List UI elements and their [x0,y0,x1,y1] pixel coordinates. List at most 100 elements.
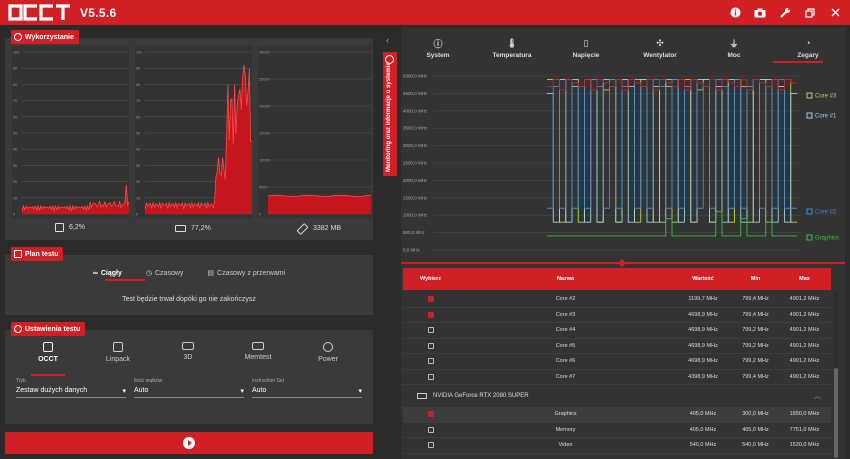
gpu-graph-tick-label: 60 [136,115,140,119]
row-checkbox-cell [403,296,458,303]
col-min: Min [750,276,761,282]
table-row[interactable]: Memory 405,0 MHz 405,0 MHz 7751,0 MHz [403,423,831,438]
camera-icon[interactable] [753,6,767,20]
cpu-icon [43,342,53,352]
row-max: 1530,0 MHz [789,442,820,449]
row-checkbox[interactable] [427,342,434,349]
row-value: 1199,7 MHz [688,296,718,303]
instruction-set-select[interactable]: Instruction Set Auto ▾ [252,376,362,398]
row-checkbox[interactable] [427,442,434,449]
mode-select[interactable]: Tryb Zestaw dużych danych ▾ [16,376,126,398]
clock-tick-label: 1500,0 MHz [403,195,428,200]
row-value: 4698,9 MHz [688,358,718,365]
clock-series-line [547,79,797,209]
clock-tick-label: 4500,0 MHz [403,91,428,96]
chevron-up-icon[interactable]: ︿ [814,391,821,401]
sensor-table-header: Wybierz Nazwa Wartość Min Max [403,268,831,290]
table-row[interactable]: Core #4 4698,9 MHz 799,2 MHz 4901,2 MHz [403,323,831,339]
row-max: 4901,2 MHz [789,342,820,349]
row-name: Graphics [554,411,577,418]
tab-fan[interactable]: ✣ Wentylator [623,38,697,60]
table-row[interactable]: Core #7 4398,9 MHz 799,4 MHz 4901,2 MHz [403,370,831,385]
cpu-graph-tick-label: 90 [13,67,17,71]
clock-tick-label: 3000,0 MHz [403,143,428,148]
test-3d[interactable]: 3D [153,342,223,363]
table-row[interactable]: Core #6 4698,9 MHz 799,2 MHz 4901,2 MHz [403,354,831,370]
mode-continuous[interactable]: ∞ Ciągły [93,269,122,277]
monitoring-side-tab[interactable]: Monitoring oraz informacje o systemie [383,52,397,176]
threads-select-text: Auto [134,387,149,394]
test-types: OCCT Linpack 3D Memtest Power [5,342,373,363]
gpu-group-header[interactable]: NVIDIA GeForce RTX 2080 SUPER ︿ [403,385,831,407]
monitoring-tabs: ⓘ System 🌡︎ Temperatura ▯ Napięcie ✣ Wen… [401,37,845,60]
cpu-usage-value: 6,2% [69,224,85,231]
memory-graph-area [268,195,371,214]
table-row[interactable]: Core #5 4698,9 MHz 799,2 MHz 4901,2 MHz [403,339,831,354]
tab-power[interactable]: ⏚ Moc [697,38,771,60]
table-row[interactable]: Core #3 4698,9 MHz 799,4 MHz 4901,2 MHz [403,308,831,323]
cpu-graph-tick-label: 70 [13,99,17,103]
row-checkbox[interactable] [427,296,434,303]
clock-tick-label: 5000,0 MHz [403,74,428,79]
splitter-handle[interactable] [617,258,627,268]
panel-splitter[interactable] [401,258,845,268]
clock-tick-label: 2500,0 MHz [403,161,428,166]
scrollbar-thumb[interactable] [834,368,838,458]
tab-temperature[interactable]: 🌡︎ Temperatura [475,38,549,60]
row-checkbox[interactable] [427,411,434,418]
table-row[interactable]: Core #2 1199,7 MHz 799,4 MHz 4901,2 MHz [403,292,831,308]
clock-tick-label: 4000,0 MHz [403,108,428,113]
threads-select[interactable]: Ilość wątków Auto ▾ [134,376,244,398]
row-checkbox[interactable] [427,426,434,433]
row-value: 405,0 MHz [689,426,717,433]
battery-icon: ▯ [583,37,589,48]
row-max: 4901,2 MHz [789,296,820,303]
row-checkbox[interactable] [427,327,434,334]
test-memtest-label: Memtest [244,354,272,361]
row-checkbox[interactable] [427,311,434,318]
settings-icon [14,325,22,333]
start-test-button[interactable] [5,432,373,454]
close-icon[interactable] [828,6,842,20]
cpu-graph-tick-label: 30 [13,164,17,168]
table-scrollbar[interactable] [834,292,838,459]
row-max: 7751,0 MHz [789,426,820,433]
tab-clocks[interactable]: ◔ Zegary [771,38,845,59]
mode-timed[interactable]: ◷ Czasowy [145,269,184,278]
test-linpack[interactable]: Linpack [83,342,153,363]
mode-timed-with-breaks[interactable]: ▤ Czasowy z przerwami [207,269,286,278]
gpu-graph-tick-label: 30 [136,164,140,168]
legend-swatch [806,234,813,241]
row-checkbox[interactable] [427,358,434,365]
plan-title: Plan testu [25,250,59,258]
test-occt-label: OCCT [38,356,58,363]
row-checkbox-cell [403,411,458,418]
row-name: Core #2 [555,296,576,303]
test-memtest[interactable]: Memtest [223,342,293,363]
tab-voltage[interactable]: ▯ Napięcie [549,37,623,60]
info-icon[interactable] [728,6,742,20]
row-value: 4698,9 MHz [688,327,718,334]
settings-title: Ustawienia testu [25,325,81,333]
app-version: V5.5.6 [80,5,117,20]
row-max: 4901,2 MHz [789,327,820,334]
row-value: 4698,9 MHz [688,311,718,318]
mode-timed-breaks-label: Czasowy z przerwami [217,269,286,277]
row-checkbox-cell [403,342,458,349]
memory-usage-graph: 30000 25000 20000 15000 10000 5000 0 [258,46,371,218]
gpu-usage-value: 77,2% [191,225,211,232]
table-row[interactable]: Video 540,0 MHz 540,0 MHz 1530,0 MHz [403,438,831,454]
row-checkbox[interactable] [427,373,434,380]
clock-icon: ◷ [145,270,152,277]
collapse-arrow-icon[interactable]: ‹ [386,35,389,45]
cpu-graph-tick-label: 50 [13,132,17,136]
cpu-graph-tick-label: 100 [13,51,19,55]
test-occt[interactable]: OCCT [13,342,83,363]
row-checkbox-cell [403,327,458,334]
row-min: 799,2 MHz [742,327,769,334]
wrench-icon[interactable] [778,6,792,20]
table-row[interactable]: Graphics 405,0 MHz 300,0 MHz 1650,0 MHz [403,407,831,423]
test-power[interactable]: Power [293,342,363,363]
tab-system[interactable]: ⓘ System [401,38,475,60]
restore-icon[interactable] [803,6,817,20]
